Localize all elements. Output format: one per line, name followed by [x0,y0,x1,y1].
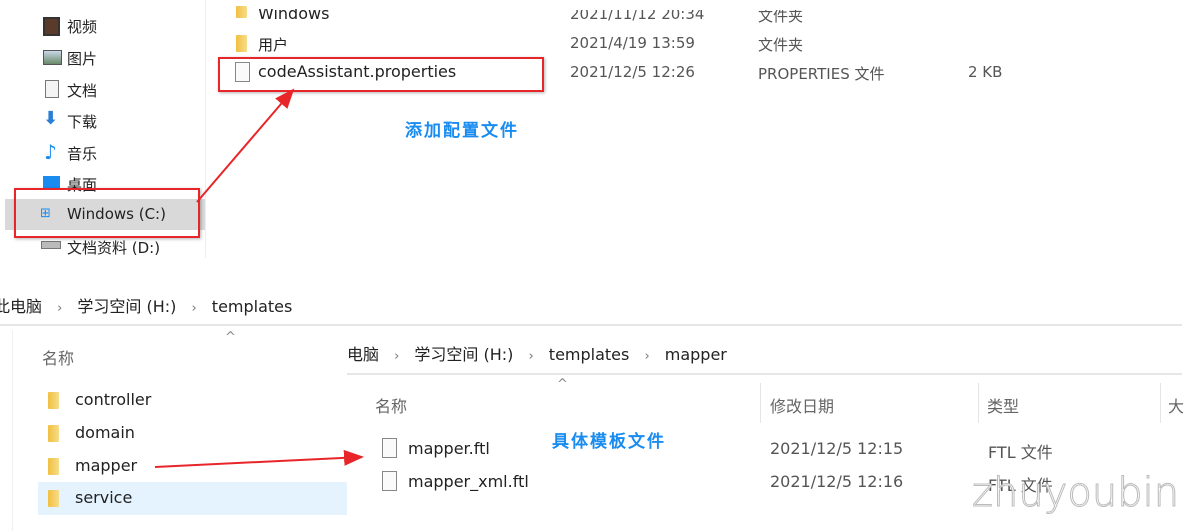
arrow-to-config [196,88,295,203]
arrow-to-templates [154,449,364,468]
annotation-arrows [154,88,364,468]
